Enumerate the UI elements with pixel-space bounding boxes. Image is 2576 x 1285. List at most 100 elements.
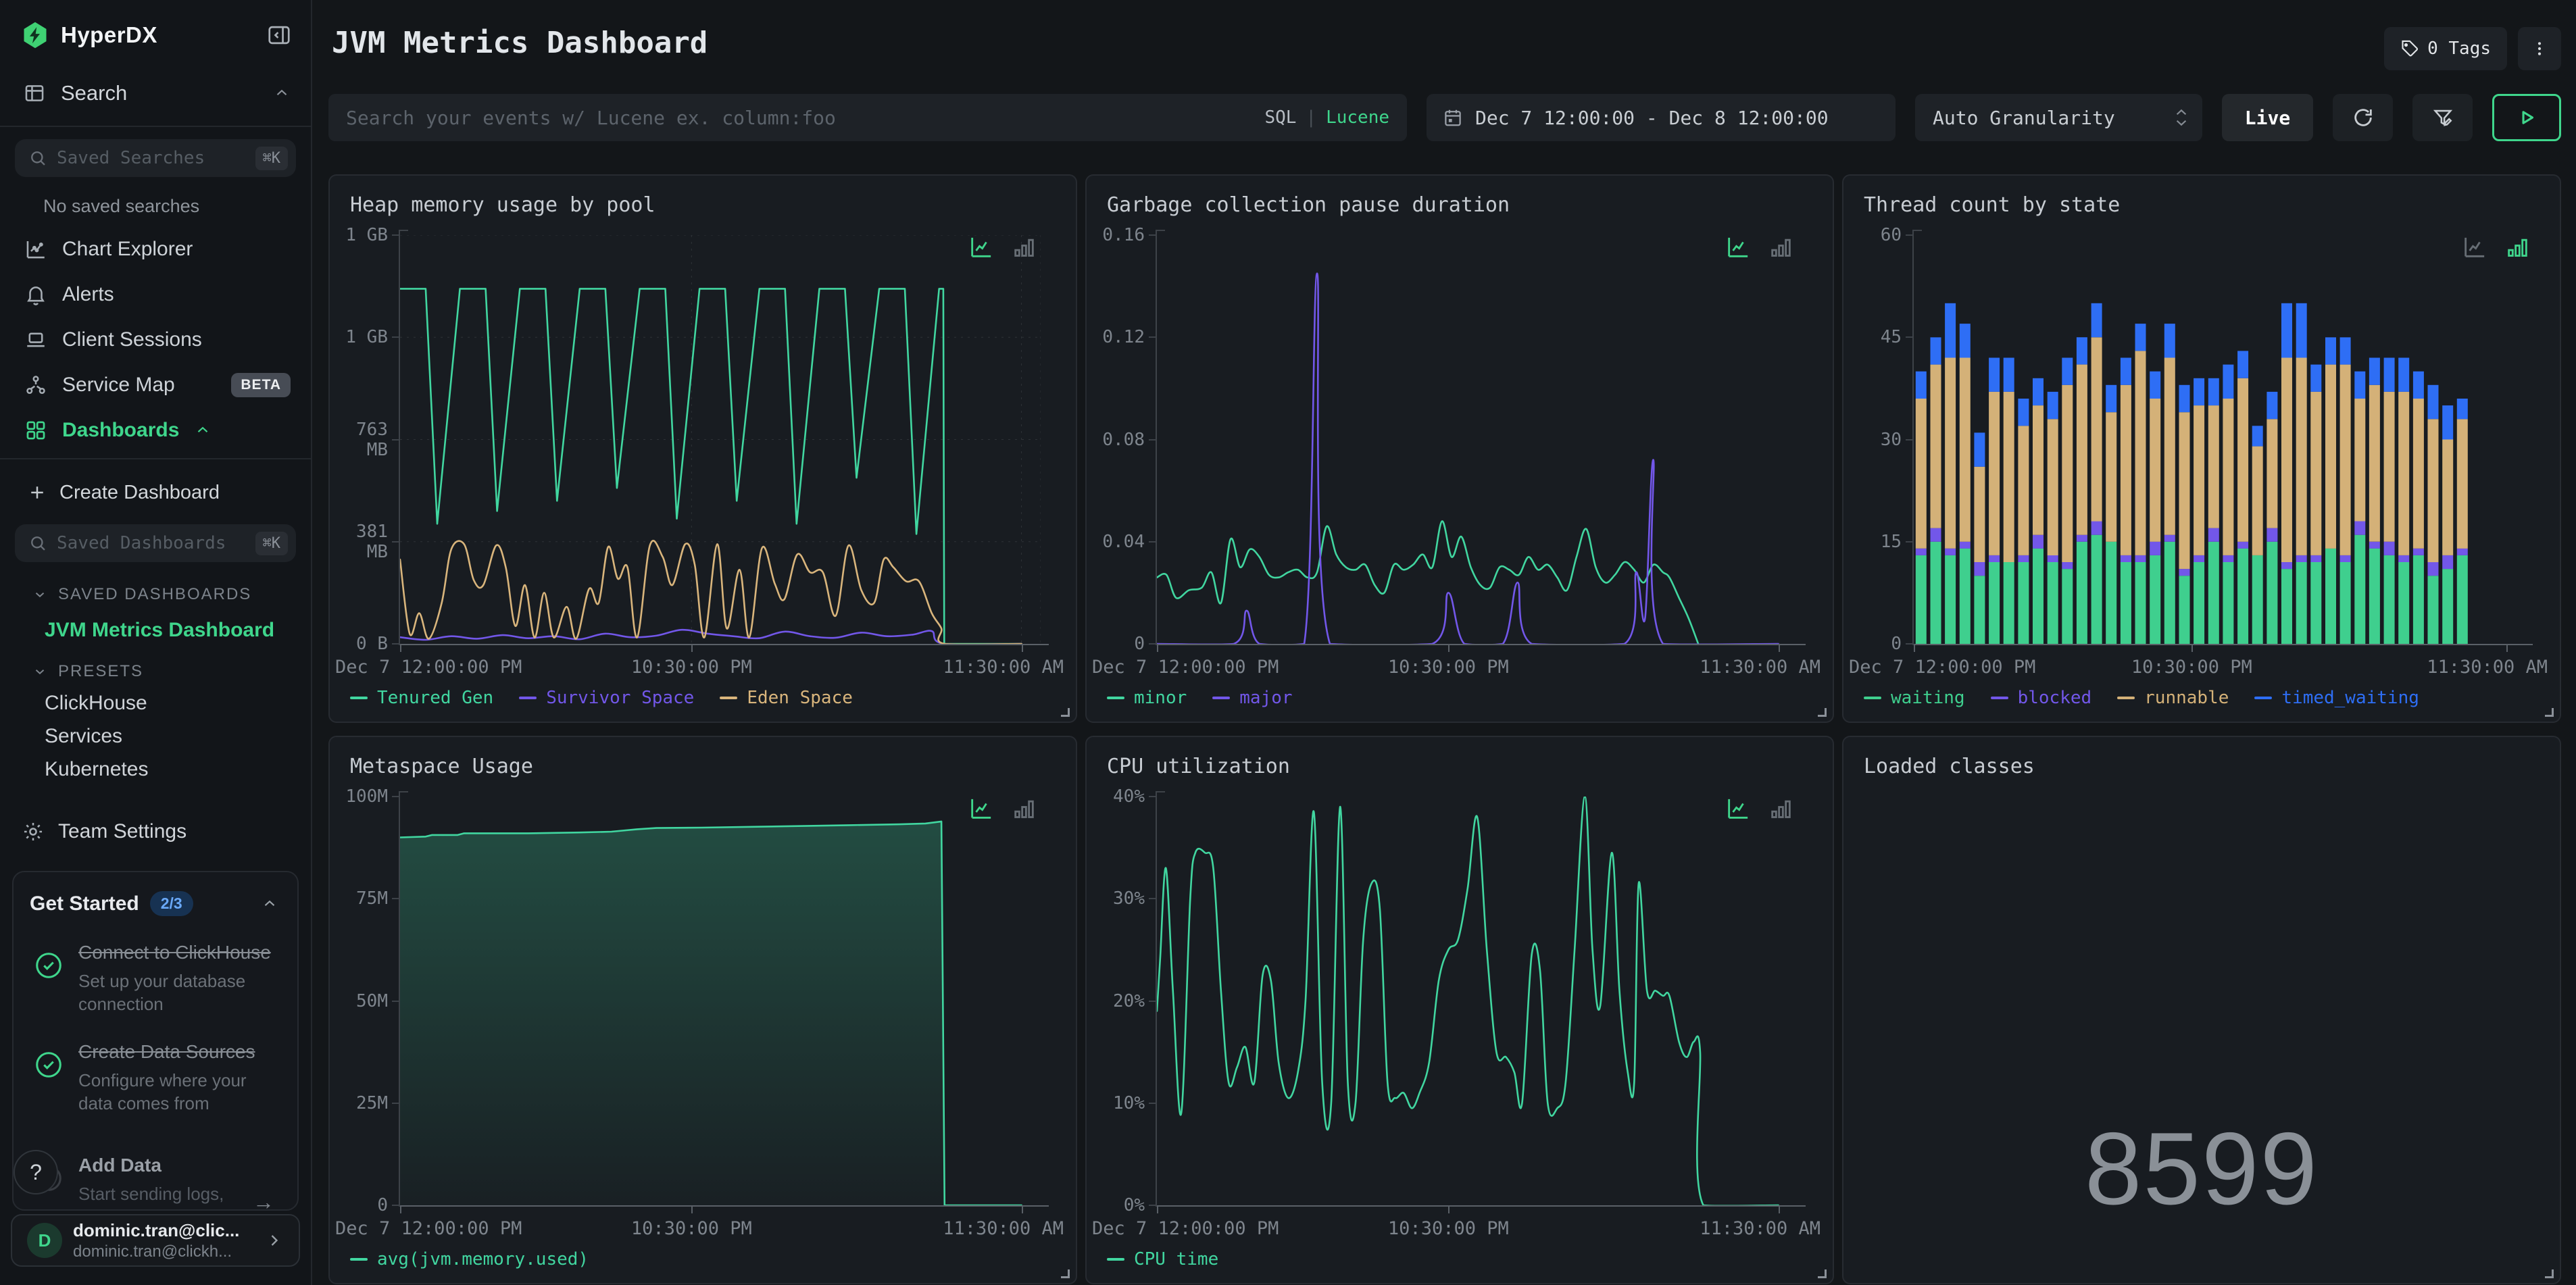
bar-mode-icon[interactable] bbox=[1768, 232, 1796, 262]
chevron-up-icon[interactable] bbox=[194, 422, 212, 439]
tags-button[interactable]: 0 Tags bbox=[2384, 27, 2507, 70]
line-mode-icon[interactable] bbox=[968, 232, 996, 262]
sidebar-item-jvm-metrics-dashboard[interactable]: JVM Metrics Dashboard bbox=[0, 619, 311, 642]
presets-section[interactable]: PRESETS bbox=[0, 662, 311, 681]
chart-plot[interactable] bbox=[392, 796, 1041, 1213]
x-tick-mark bbox=[1021, 1207, 1023, 1213]
chart-plot[interactable] bbox=[1906, 234, 2525, 652]
chart-mode-toggles bbox=[968, 232, 1039, 262]
resize-handle[interactable] bbox=[1061, 708, 1070, 717]
sidebar-item-chart-explorer[interactable]: Chart Explorer bbox=[0, 226, 311, 272]
avatar: D bbox=[27, 1223, 62, 1258]
line-mode-icon[interactable] bbox=[1725, 232, 1753, 262]
legend-item[interactable]: blocked bbox=[1990, 688, 2091, 708]
saved-searches-input[interactable] bbox=[57, 148, 246, 168]
y-tick-mark bbox=[1906, 234, 1914, 236]
sidebar-item-service-map[interactable]: Service Map BETA bbox=[0, 362, 311, 407]
bar-mode-icon[interactable] bbox=[1011, 794, 1039, 824]
get-started-header[interactable]: Get Started 2/3 bbox=[30, 891, 278, 916]
legend-dash bbox=[2117, 697, 2135, 699]
chart-legend: avg(jvm.memory.used) bbox=[350, 1249, 589, 1269]
sql-option[interactable]: SQL bbox=[1264, 107, 1296, 128]
help-button[interactable]: ? bbox=[14, 1150, 58, 1194]
resize-handle[interactable] bbox=[2545, 708, 2554, 717]
line-mode-icon[interactable] bbox=[968, 794, 996, 824]
x-tick-label: Dec 7 12:00:00 PM bbox=[1092, 657, 1279, 678]
refresh-button[interactable] bbox=[2333, 94, 2393, 141]
bar-mode-icon[interactable] bbox=[1768, 794, 1796, 824]
live-button[interactable]: Live bbox=[2222, 94, 2313, 141]
date-range-picker[interactable]: Dec 7 12:00:00 - Dec 8 12:00:00 bbox=[1427, 94, 1896, 141]
y-tick-mark bbox=[1906, 540, 1914, 543]
task-title: Create Data Sources bbox=[78, 1041, 255, 1063]
run-query-button[interactable] bbox=[2492, 94, 2561, 141]
chevron-up-icon[interactable] bbox=[273, 84, 291, 102]
resize-handle[interactable] bbox=[1818, 708, 1827, 717]
resize-handle[interactable] bbox=[1061, 1269, 1070, 1278]
y-tick-label: 0 B bbox=[356, 634, 388, 654]
sidebar-item-kubernetes[interactable]: Kubernetes bbox=[0, 753, 311, 786]
chart-title: Thread count by state bbox=[1864, 193, 2121, 217]
saved-dashboards-section[interactable]: SAVED DASHBOARDS bbox=[0, 585, 311, 604]
sidebar-header: HyperDX bbox=[0, 0, 311, 50]
legend-item[interactable]: major bbox=[1212, 688, 1293, 708]
get-started-item-add-data[interactable]: Add Data Start sending logs, metrics, or… bbox=[30, 1153, 278, 1209]
legend-item[interactable]: minor bbox=[1107, 688, 1187, 708]
user-menu[interactable]: D dominic.tran@clic... dominic.tran@clic… bbox=[11, 1214, 300, 1267]
chevron-down-icon bbox=[35, 669, 45, 675]
sidebar-item-clickhouse[interactable]: ClickHouse bbox=[0, 686, 311, 720]
chevron-up-icon[interactable] bbox=[261, 895, 278, 913]
legend-item[interactable]: CPU time bbox=[1107, 1249, 1218, 1269]
sidebar-item-team-settings[interactable]: Team Settings bbox=[0, 813, 311, 851]
chart-plot[interactable] bbox=[1149, 795, 1798, 1213]
sidebar-item-services[interactable]: Services bbox=[0, 720, 311, 753]
bar-mode-icon[interactable] bbox=[1011, 232, 1039, 262]
legend-item[interactable]: Eden Space bbox=[720, 688, 853, 708]
sidebar-item-search[interactable]: Search bbox=[0, 74, 311, 112]
more-options-button[interactable] bbox=[2518, 27, 2561, 70]
tag-icon bbox=[2402, 40, 2419, 57]
legend-item[interactable]: Tenured Gen bbox=[350, 688, 493, 708]
sidebar-collapse-button[interactable] bbox=[266, 22, 292, 48]
saved-dashboards-input[interactable] bbox=[57, 533, 246, 553]
granularity-select[interactable]: Auto Granularity bbox=[1915, 94, 2202, 141]
legend-item[interactable]: avg(jvm.memory.used) bbox=[350, 1249, 589, 1269]
x-axis bbox=[400, 1205, 1049, 1207]
x-tick-mark bbox=[400, 1207, 401, 1213]
legend-item[interactable]: waiting bbox=[1864, 688, 1965, 708]
line-mode-icon[interactable] bbox=[1725, 794, 1753, 824]
event-search-field[interactable]: SQL | Lucene bbox=[328, 94, 1407, 141]
query-language-toggle[interactable]: SQL | Lucene bbox=[1264, 107, 1389, 128]
shortcut-badge: ⌘K bbox=[255, 146, 288, 170]
user-name: dominic.tran@clic... bbox=[73, 1219, 240, 1240]
get-started-item-connect[interactable]: Connect to ClickHouse Set up your databa… bbox=[30, 940, 278, 1015]
line-mode-icon[interactable] bbox=[2461, 232, 2490, 262]
resize-handle[interactable] bbox=[2545, 1269, 2554, 1278]
sidebar: HyperDX Search ⌘K No saved searches Char… bbox=[0, 0, 312, 1285]
legend-item[interactable]: Survivor Space bbox=[519, 688, 694, 708]
y-tick-mark bbox=[392, 234, 400, 236]
saved-dashboards-search[interactable]: ⌘K bbox=[15, 524, 296, 562]
sidebar-item-dashboards[interactable]: Dashboards bbox=[0, 407, 311, 453]
y-tick-label: 0.04 bbox=[1102, 531, 1145, 552]
select-chevrons-icon bbox=[2174, 108, 2189, 127]
chart-plot[interactable] bbox=[392, 234, 1041, 652]
saved-searches-search[interactable]: ⌘K bbox=[15, 139, 296, 177]
create-dashboard-button[interactable]: Create Dashboard bbox=[0, 476, 311, 509]
sidebar-item-alerts[interactable]: Alerts bbox=[0, 272, 311, 317]
bar-mode-icon[interactable] bbox=[2504, 232, 2533, 262]
lucene-option[interactable]: Lucene bbox=[1326, 107, 1389, 128]
filter-button[interactable] bbox=[2412, 94, 2473, 141]
panel-thread-count: Thread count by state 60 45 30 15 0 Dec 7 12… bbox=[1842, 174, 2561, 723]
chart-plot[interactable] bbox=[1149, 234, 1798, 652]
legend-item[interactable]: runnable bbox=[2117, 688, 2229, 708]
resize-handle[interactable] bbox=[1818, 1269, 1827, 1278]
x-tick-label: Dec 7 12:00:00 PM bbox=[335, 657, 522, 678]
sidebar-item-client-sessions[interactable]: Client Sessions bbox=[0, 317, 311, 362]
y-tick-label: 15 bbox=[1880, 531, 1902, 552]
event-search-input[interactable] bbox=[346, 106, 1254, 129]
legend-item[interactable]: timed_waiting bbox=[2254, 688, 2419, 708]
get-started-item-sources[interactable]: Create Data Sources Configure where your… bbox=[30, 1040, 278, 1115]
layout-icon bbox=[25, 85, 44, 101]
calendar-icon bbox=[1445, 109, 1461, 126]
